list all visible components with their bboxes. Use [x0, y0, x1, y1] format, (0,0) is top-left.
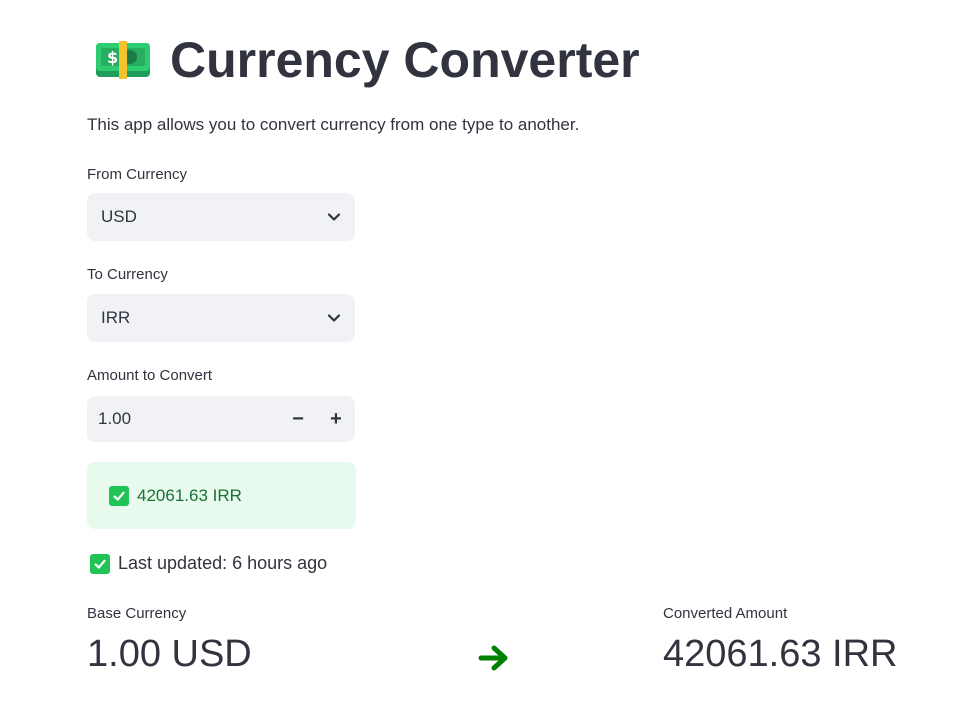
last-updated-text: Last updated: 6 hours ago — [118, 553, 328, 573]
amount-label: Amount to Convert — [87, 367, 213, 384]
check-icon — [109, 485, 129, 506]
converted-amount-label: Converted Amount — [663, 605, 788, 622]
to-currency-label: To Currency — [87, 266, 168, 283]
arrow-right-icon — [478, 644, 510, 672]
to-currency-select[interactable]: IRR — [87, 294, 355, 342]
amount-input[interactable]: 1.00 — [87, 409, 279, 429]
converted-amount-value: 42061.63 IRR — [663, 633, 898, 675]
from-currency-select[interactable]: USD — [87, 193, 355, 241]
from-currency-value: USD — [101, 207, 137, 226]
base-currency-value: 1.00 USD — [87, 633, 252, 675]
chevron-down-icon — [327, 210, 341, 224]
from-currency-label: From Currency — [87, 166, 188, 183]
conversion-result-text: 42061.63 IRR — [137, 485, 242, 505]
increment-button[interactable]: + — [317, 396, 355, 442]
money-icon: $ — [94, 37, 152, 83]
amount-number-input: 1.00 − + — [87, 396, 355, 442]
page-title: Currency Converter — [170, 32, 640, 88]
app-description: This app allows you to convert currency … — [87, 115, 580, 134]
decrement-button[interactable]: − — [279, 396, 317, 442]
conversion-result-alert: 42061.63 IRR — [87, 462, 356, 529]
page-header: $ Currency Converter — [94, 30, 640, 90]
svg-text:$: $ — [107, 48, 118, 67]
base-currency-label: Base Currency — [87, 605, 187, 622]
to-currency-value: IRR — [101, 308, 131, 327]
last-updated: Last updated: 6 hours ago — [90, 553, 327, 574]
check-icon — [90, 553, 110, 574]
chevron-down-icon — [327, 311, 341, 325]
